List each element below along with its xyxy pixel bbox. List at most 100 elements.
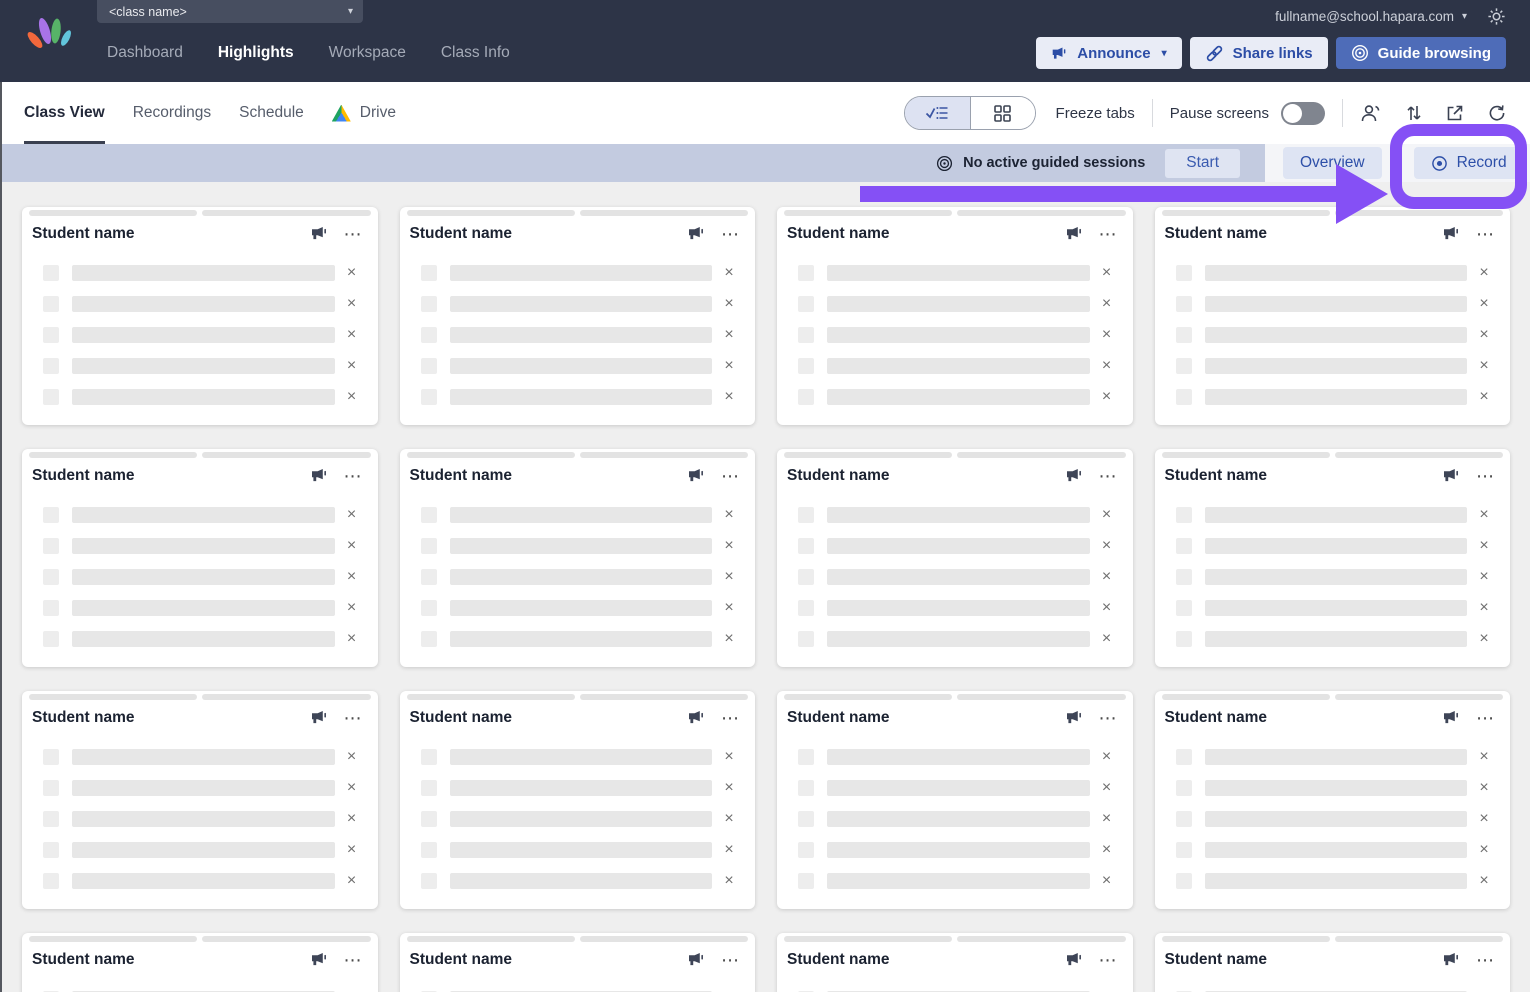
close-tab-icon[interactable]: × — [721, 327, 737, 343]
students-icon[interactable] — [1360, 104, 1382, 122]
close-tab-icon[interactable]: × — [344, 811, 360, 827]
close-tab-icon[interactable]: × — [721, 600, 737, 616]
close-tab-icon[interactable]: × — [721, 780, 737, 796]
nav-workspace[interactable]: Workspace — [329, 44, 406, 62]
close-tab-icon[interactable]: × — [721, 358, 737, 374]
close-tab-icon[interactable]: × — [721, 265, 737, 281]
close-tab-icon[interactable]: × — [1476, 749, 1492, 765]
grid-view-segment[interactable] — [969, 97, 1035, 129]
close-tab-icon[interactable]: × — [721, 507, 737, 523]
more-options-icon[interactable]: ⋯ — [721, 709, 739, 727]
pause-screens-toggle[interactable] — [1281, 101, 1325, 125]
close-tab-icon[interactable]: × — [1476, 296, 1492, 312]
close-tab-icon[interactable]: × — [344, 296, 360, 312]
close-tab-icon[interactable]: × — [1476, 538, 1492, 554]
megaphone-icon[interactable] — [1065, 226, 1084, 241]
megaphone-icon[interactable] — [310, 952, 329, 967]
close-tab-icon[interactable]: × — [1476, 631, 1492, 647]
start-session-button[interactable]: Start — [1165, 148, 1240, 178]
nav-class-info[interactable]: Class Info — [441, 44, 510, 62]
close-tab-icon[interactable]: × — [344, 569, 360, 585]
more-options-icon[interactable]: ⋯ — [1099, 951, 1117, 969]
more-options-icon[interactable]: ⋯ — [1476, 225, 1494, 243]
close-tab-icon[interactable]: × — [344, 631, 360, 647]
close-tab-icon[interactable]: × — [1099, 327, 1115, 343]
tab-class-view[interactable]: Class View — [24, 82, 105, 144]
close-tab-icon[interactable]: × — [344, 358, 360, 374]
announce-button[interactable]: Announce ▾ — [1036, 37, 1182, 69]
close-tab-icon[interactable]: × — [1099, 358, 1115, 374]
megaphone-icon[interactable] — [1065, 468, 1084, 483]
close-tab-icon[interactable]: × — [721, 296, 737, 312]
megaphone-icon[interactable] — [1442, 226, 1461, 241]
close-tab-icon[interactable]: × — [721, 389, 737, 405]
more-options-icon[interactable]: ⋯ — [344, 951, 362, 969]
nav-dashboard[interactable]: Dashboard — [107, 44, 183, 62]
more-options-icon[interactable]: ⋯ — [344, 709, 362, 727]
tab-drive[interactable]: Drive — [331, 82, 396, 144]
account-menu[interactable]: fullname@school.hapara.com ▾ — [1275, 7, 1506, 26]
more-options-icon[interactable]: ⋯ — [1099, 709, 1117, 727]
freeze-tabs-button[interactable]: Freeze tabs — [1056, 105, 1135, 122]
tab-recordings[interactable]: Recordings — [133, 82, 211, 144]
more-options-icon[interactable]: ⋯ — [721, 467, 739, 485]
guide-browsing-button[interactable]: Guide browsing — [1335, 37, 1506, 69]
close-tab-icon[interactable]: × — [1099, 569, 1115, 585]
sort-icon[interactable] — [1406, 104, 1422, 122]
close-tab-icon[interactable]: × — [344, 327, 360, 343]
close-tab-icon[interactable]: × — [721, 873, 737, 889]
close-tab-icon[interactable]: × — [344, 507, 360, 523]
close-tab-icon[interactable]: × — [721, 749, 737, 765]
close-tab-icon[interactable]: × — [1476, 327, 1492, 343]
close-tab-icon[interactable]: × — [344, 538, 360, 554]
megaphone-icon[interactable] — [687, 952, 706, 967]
close-tab-icon[interactable]: × — [344, 842, 360, 858]
settings-gear-icon[interactable] — [1487, 7, 1506, 26]
more-options-icon[interactable]: ⋯ — [344, 467, 362, 485]
close-tab-icon[interactable]: × — [1099, 538, 1115, 554]
close-tab-icon[interactable]: × — [344, 389, 360, 405]
megaphone-icon[interactable] — [687, 468, 706, 483]
close-tab-icon[interactable]: × — [344, 873, 360, 889]
close-tab-icon[interactable]: × — [1099, 296, 1115, 312]
close-tab-icon[interactable]: × — [1099, 811, 1115, 827]
pop-out-icon[interactable] — [1446, 104, 1464, 122]
close-tab-icon[interactable]: × — [1099, 780, 1115, 796]
close-tab-icon[interactable]: × — [1476, 507, 1492, 523]
record-button[interactable]: Record — [1413, 147, 1524, 179]
close-tab-icon[interactable]: × — [1099, 873, 1115, 889]
close-tab-icon[interactable]: × — [1099, 842, 1115, 858]
close-tab-icon[interactable]: × — [1099, 631, 1115, 647]
more-options-icon[interactable]: ⋯ — [1476, 467, 1494, 485]
megaphone-icon[interactable] — [687, 226, 706, 241]
refresh-icon[interactable] — [1488, 104, 1506, 122]
close-tab-icon[interactable]: × — [1099, 265, 1115, 281]
close-tab-icon[interactable]: × — [344, 265, 360, 281]
megaphone-icon[interactable] — [1065, 952, 1084, 967]
more-options-icon[interactable]: ⋯ — [721, 225, 739, 243]
megaphone-icon[interactable] — [310, 710, 329, 725]
megaphone-icon[interactable] — [1065, 710, 1084, 725]
nav-highlights[interactable]: Highlights — [218, 44, 294, 62]
megaphone-icon[interactable] — [1442, 710, 1461, 725]
more-options-icon[interactable]: ⋯ — [1476, 709, 1494, 727]
close-tab-icon[interactable]: × — [1476, 780, 1492, 796]
share-links-button[interactable]: Share links — [1189, 37, 1328, 69]
close-tab-icon[interactable]: × — [1476, 569, 1492, 585]
megaphone-icon[interactable] — [310, 226, 329, 241]
close-tab-icon[interactable]: × — [344, 780, 360, 796]
tab-schedule[interactable]: Schedule — [239, 82, 304, 144]
close-tab-icon[interactable]: × — [1099, 507, 1115, 523]
megaphone-icon[interactable] — [1442, 468, 1461, 483]
close-tab-icon[interactable]: × — [1099, 389, 1115, 405]
close-tab-icon[interactable]: × — [1476, 811, 1492, 827]
more-options-icon[interactable]: ⋯ — [1099, 225, 1117, 243]
megaphone-icon[interactable] — [310, 468, 329, 483]
class-selector-dropdown[interactable]: <class name> ▾ — [97, 0, 363, 23]
close-tab-icon[interactable]: × — [721, 631, 737, 647]
list-view-segment[interactable] — [904, 97, 970, 129]
close-tab-icon[interactable]: × — [1476, 873, 1492, 889]
close-tab-icon[interactable]: × — [721, 569, 737, 585]
close-tab-icon[interactable]: × — [1476, 358, 1492, 374]
close-tab-icon[interactable]: × — [1099, 600, 1115, 616]
